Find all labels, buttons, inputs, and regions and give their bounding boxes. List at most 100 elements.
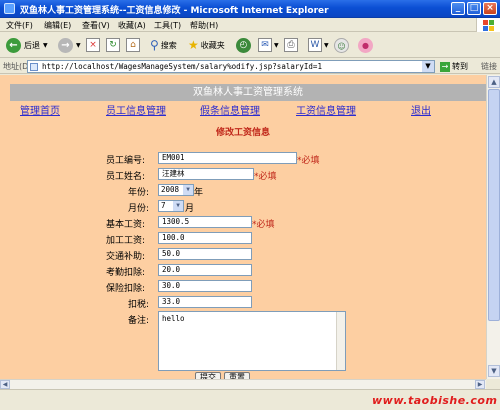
status-bar: www.taobishe.com	[0, 389, 500, 410]
menu-edit[interactable]: 编辑(E)	[44, 20, 71, 31]
page-content: 双鱼林人事工资管理系统 管理首页 员工信息管理 假条信息管理 工资信息管理 退出…	[0, 75, 486, 379]
menu-view[interactable]: 查看(V)	[82, 20, 110, 31]
month-select[interactable]: 7 ▼	[158, 200, 184, 212]
overtime-label: 加工工资:	[106, 236, 146, 246]
remark-value: hello	[162, 314, 185, 323]
year-value: 2008	[161, 185, 180, 194]
go-label: 转到	[452, 62, 468, 71]
window-title-bar: 双鱼林人事工资管理系统--工资信息修改 - Microsoft Internet…	[0, 0, 500, 18]
home-button[interactable]: ⌂	[126, 36, 140, 54]
favorites-button[interactable]: ★ 收藏夹	[188, 36, 225, 54]
go-button[interactable]: → 转到	[440, 61, 468, 72]
home-icon: ⌂	[126, 38, 140, 52]
menu-favorites[interactable]: 收藏(A)	[118, 20, 146, 31]
printer-icon: ⎙	[284, 38, 298, 52]
ie-icon	[4, 3, 15, 14]
employee-no-input[interactable]: EM001	[158, 152, 297, 164]
address-dropdown-icon[interactable]: ▼	[422, 61, 434, 72]
submit-button[interactable]: 提交	[195, 372, 221, 379]
history-button[interactable]: ◴	[236, 36, 251, 54]
insurance-deduction-label: 保险扣除:	[106, 284, 146, 294]
dropdown-icon: ▼	[274, 41, 279, 49]
textarea-scrollbar[interactable]	[336, 312, 345, 370]
year-suffix: 年	[194, 188, 204, 198]
window-title: 双鱼林人事工资管理系统--工资信息修改 - Microsoft Internet…	[20, 6, 329, 16]
remark-textarea[interactable]: hello	[158, 311, 346, 371]
refresh-button[interactable]: ↻	[106, 36, 120, 54]
system-title-bar: 双鱼林人事工资管理系统	[10, 84, 486, 101]
insurance-deduction-input[interactable]: 30.0	[158, 280, 252, 292]
month-suffix: 月	[185, 204, 195, 214]
required-mark: *必填	[252, 220, 275, 230]
tax-input[interactable]: 33.0	[158, 296, 252, 308]
refresh-icon: ↻	[106, 38, 120, 52]
stop-icon: ×	[86, 38, 100, 52]
page-icon	[30, 63, 38, 71]
attendance-deduction-label: 考勤扣除:	[106, 268, 146, 278]
address-bar: 地址(D) http://localhost/WagesManageSystem…	[0, 58, 500, 74]
scroll-thumb[interactable]	[488, 89, 500, 321]
tax-label: 扣税:	[128, 300, 150, 310]
reset-button[interactable]: 重置	[224, 372, 250, 379]
nav-salary-management[interactable]: 工资信息管理	[296, 102, 356, 117]
chevron-down-icon: ▼	[173, 201, 183, 211]
scroll-right-icon[interactable]: ▶	[475, 380, 485, 389]
year-select[interactable]: 2008 ▼	[158, 184, 194, 196]
forward-button[interactable]: → ▼	[58, 36, 81, 54]
nav-employee-management[interactable]: 员工信息管理	[106, 102, 166, 117]
scroll-left-icon[interactable]: ◀	[0, 380, 10, 389]
print-button[interactable]: ⎙	[284, 36, 298, 54]
address-url: http://localhost/WagesManageSystem/salar…	[42, 62, 322, 71]
search-icon: ⚲	[150, 38, 159, 52]
watermark: www.taobishe.com	[372, 394, 498, 407]
edit-button[interactable]: W ▼	[308, 36, 329, 54]
forward-arrow-icon: →	[58, 37, 73, 53]
form-title: 修改工资信息	[216, 128, 271, 138]
base-salary-label: 基本工资:	[106, 220, 146, 230]
menu-tools[interactable]: 工具(T)	[154, 20, 181, 31]
vertical-scrollbar[interactable]: ▲ ▼	[486, 75, 500, 379]
messenger-icon: ☺	[334, 37, 349, 53]
dropdown-icon: ▼	[43, 41, 48, 49]
scroll-up-icon[interactable]: ▲	[488, 76, 500, 88]
windows-logo-icon	[476, 18, 500, 32]
year-label: 年份:	[128, 188, 150, 198]
favorites-label: 收藏夹	[200, 40, 225, 50]
scroll-down-icon[interactable]: ▼	[488, 365, 500, 377]
back-label: 后退	[24, 40, 40, 50]
stop-button[interactable]: ×	[86, 36, 100, 54]
transport-label: 交通补助:	[106, 252, 146, 262]
remark-label: 备注:	[128, 316, 150, 326]
horizontal-scrollbar[interactable]: ◀ ▶	[0, 379, 486, 389]
messenger-button[interactable]: ☺	[334, 36, 349, 54]
back-button[interactable]: ← 后退 ▼	[6, 36, 48, 54]
close-button[interactable]: ×	[483, 2, 497, 15]
month-value: 7	[161, 201, 166, 210]
menu-help[interactable]: 帮助(H)	[190, 20, 218, 31]
overtime-input[interactable]: 100.0	[158, 232, 252, 244]
employee-no-label: 员工编号:	[106, 156, 146, 166]
nav-logout[interactable]: 退出	[411, 102, 431, 117]
discuss-button[interactable]: ●	[358, 36, 373, 54]
base-salary-input[interactable]: 1300.5	[158, 216, 252, 228]
required-mark: *必填	[297, 156, 320, 166]
nav-leave-management[interactable]: 假条信息管理	[200, 102, 260, 117]
qq-icon: ●	[358, 37, 373, 53]
transport-input[interactable]: 50.0	[158, 248, 252, 260]
employee-name-input[interactable]: 汪建林	[158, 168, 254, 180]
mail-button[interactable]: ✉ ▼	[258, 36, 279, 54]
document-icon: W	[308, 38, 322, 52]
maximize-button[interactable]: □	[467, 2, 481, 15]
menu-file[interactable]: 文件(F)	[6, 20, 33, 31]
search-button[interactable]: ⚲ 搜索	[150, 36, 177, 54]
history-icon: ◴	[236, 37, 251, 53]
minimize-button[interactable]: _	[451, 2, 465, 15]
employee-name-label: 员工姓名:	[106, 172, 146, 182]
menu-bar: 文件(F) 编辑(E) 查看(V) 收藏(A) 工具(T) 帮助(H)	[0, 18, 500, 32]
star-icon: ★	[188, 38, 199, 52]
links-button[interactable]: 链接	[481, 61, 497, 72]
chevron-down-icon: ▼	[183, 185, 193, 195]
attendance-deduction-input[interactable]: 20.0	[158, 264, 252, 276]
nav-home[interactable]: 管理首页	[20, 102, 60, 117]
address-input[interactable]: http://localhost/WagesManageSystem/salar…	[27, 60, 435, 73]
